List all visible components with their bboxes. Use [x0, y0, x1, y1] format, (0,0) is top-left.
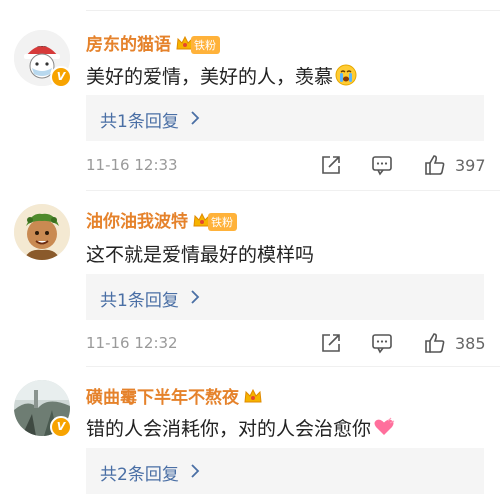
comment-icon[interactable]: [371, 333, 393, 354]
comment-icon[interactable]: [371, 155, 393, 176]
reply-count-link[interactable]: 共1条回复: [100, 286, 179, 311]
reply-count-link[interactable]: 共2条回复: [100, 460, 179, 485]
thumbs-up-icon[interactable]: [423, 153, 447, 177]
avatar[interactable]: [14, 204, 70, 260]
divider: [86, 366, 500, 367]
share-icon[interactable]: [320, 332, 342, 354]
chevron-right-icon: [191, 111, 200, 125]
reply-count-link[interactable]: 共1条回复: [100, 107, 179, 132]
verified-badge-icon: V: [50, 66, 72, 88]
comment-text: 这不就是爱情最好的模样吗: [86, 244, 315, 266]
reply-summary[interactable]: 共1条回复: [86, 274, 484, 320]
fan-badge: 铁粉: [191, 36, 220, 54]
divider: [86, 10, 500, 11]
divider: [86, 190, 500, 191]
reply-summary[interactable]: 共2条回复: [86, 448, 484, 494]
cartoon-character-avatar-icon: [14, 204, 70, 260]
username[interactable]: 油你油我波特 铁粉: [86, 207, 237, 234]
thumbs-up-icon[interactable]: [423, 331, 447, 355]
reply-summary[interactable]: 共1条回复: [86, 95, 484, 141]
share-icon[interactable]: [320, 154, 342, 176]
heart-emoji-icon: [373, 417, 395, 442]
username[interactable]: 磺曲霉下半年不熬夜: [86, 383, 263, 410]
comment-text: 错的人会消耗你，对的人会治愈你: [86, 414, 395, 442]
like-count: 397: [455, 156, 486, 175]
crying-emoji-icon: [335, 64, 357, 91]
crown-icon: [243, 387, 263, 410]
timestamp: 11-16 12:33: [86, 156, 178, 174]
svg-text:~~~: ~~~: [37, 44, 47, 49]
verified-badge-icon: V: [50, 416, 72, 438]
like-count: 385: [455, 334, 486, 353]
chevron-right-icon: [191, 290, 200, 304]
timestamp: 11-16 12:32: [86, 334, 178, 352]
comment-text: 美好的爱情，美好的人，羡慕: [86, 62, 357, 91]
chevron-right-icon: [191, 464, 200, 478]
fan-badge: 铁粉: [208, 213, 237, 231]
username[interactable]: 房东的猫语 铁粉: [86, 30, 220, 57]
